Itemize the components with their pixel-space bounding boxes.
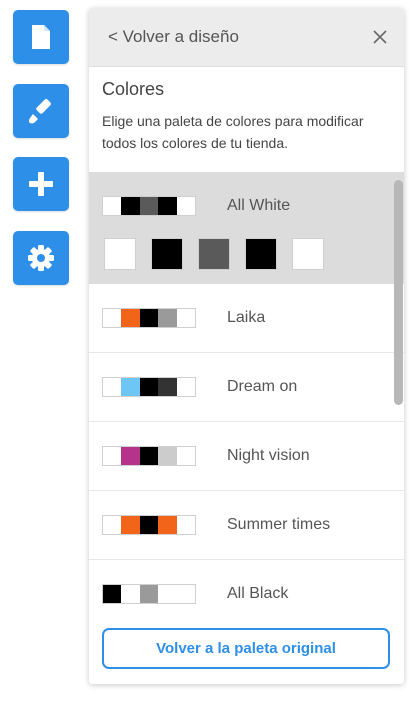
panel-header: < Volver a diseño xyxy=(89,8,404,67)
strip-color xyxy=(158,309,177,327)
palette-name: All White xyxy=(227,197,291,214)
strip-color xyxy=(158,378,177,396)
palette-row-header: All White xyxy=(89,172,290,240)
strip-color xyxy=(139,197,159,215)
strip-color xyxy=(121,378,140,396)
add-button[interactable] xyxy=(13,157,69,211)
color-swatch[interactable] xyxy=(104,238,136,270)
palette-name: Night vision xyxy=(227,447,310,464)
close-button[interactable] xyxy=(370,27,390,47)
plus-icon xyxy=(29,172,53,196)
palette-color-strip xyxy=(102,515,196,535)
section-description: Elige una paleta de colores para modific… xyxy=(102,113,364,151)
strip-color xyxy=(121,447,140,465)
strip-color xyxy=(121,197,140,215)
design-button[interactable] xyxy=(13,84,69,138)
strip-color xyxy=(121,516,140,534)
palette-row[interactable]: Summer times xyxy=(89,491,404,560)
strip-color xyxy=(176,378,196,396)
strip-color xyxy=(158,585,177,603)
strip-color xyxy=(121,585,140,603)
section-title: Colores xyxy=(102,79,165,99)
strip-color xyxy=(139,585,159,603)
palette-row[interactable]: All White xyxy=(89,172,404,284)
strip-color xyxy=(158,197,177,215)
color-swatch[interactable] xyxy=(198,238,230,270)
strip-color xyxy=(176,516,196,534)
palette-color-strip xyxy=(102,196,196,216)
strip-color xyxy=(103,585,122,603)
strip-color xyxy=(103,516,122,534)
color-swatch[interactable] xyxy=(292,238,324,270)
palette-row[interactable]: Night vision xyxy=(89,422,404,491)
color-swatch[interactable] xyxy=(151,238,183,270)
strip-color xyxy=(139,378,159,396)
strip-color xyxy=(121,309,140,327)
palette-row-header: Laika xyxy=(89,284,265,352)
palette-row[interactable]: All Black xyxy=(89,560,404,614)
palette-color-strip xyxy=(102,377,196,397)
scroll-thumb[interactable] xyxy=(394,180,403,405)
strip-color xyxy=(176,585,196,603)
palette-row-header: Night vision xyxy=(89,422,310,490)
palette-swatches xyxy=(104,238,339,270)
palette-name: All Black xyxy=(227,585,289,602)
pages-button[interactable] xyxy=(13,10,69,64)
palette-name: Laika xyxy=(227,309,266,326)
palette-row-header: All Black xyxy=(89,560,288,614)
strip-color xyxy=(139,516,159,534)
colors-panel: < Volver a diseño Colores Elige una pale… xyxy=(89,8,404,684)
reset-palette-button[interactable]: Volver a la paleta original xyxy=(102,628,390,669)
palette-list: All White Laika Dream on Night vision Summer… xyxy=(89,172,404,614)
brush-icon xyxy=(29,99,51,124)
gear-icon xyxy=(28,245,54,271)
palette-name: Dream on xyxy=(227,378,298,395)
strip-color xyxy=(176,447,196,465)
palette-row-header: Summer times xyxy=(89,491,330,559)
palette-row[interactable]: Laika xyxy=(89,284,404,353)
strip-color xyxy=(158,516,177,534)
strip-color xyxy=(103,309,122,327)
close-icon xyxy=(373,30,387,44)
palette-row-header: Dream on xyxy=(89,353,297,421)
palette-row[interactable]: Dream on xyxy=(89,353,404,422)
document-icon xyxy=(32,25,50,49)
color-swatch[interactable] xyxy=(245,238,277,270)
strip-color xyxy=(158,447,177,465)
strip-color xyxy=(103,197,122,215)
strip-color xyxy=(139,447,159,465)
strip-color xyxy=(139,309,159,327)
back-to-design-link[interactable]: < Volver a diseño xyxy=(108,27,239,47)
strip-color xyxy=(176,309,196,327)
palette-name: Summer times xyxy=(227,516,331,533)
palette-color-strip xyxy=(102,446,196,466)
settings-button[interactable] xyxy=(13,231,69,285)
strip-color xyxy=(103,447,122,465)
strip-color xyxy=(103,378,122,396)
palette-color-strip xyxy=(102,584,196,604)
strip-color xyxy=(176,197,196,215)
palette-color-strip xyxy=(102,308,196,328)
scrollbar[interactable] xyxy=(393,172,403,614)
